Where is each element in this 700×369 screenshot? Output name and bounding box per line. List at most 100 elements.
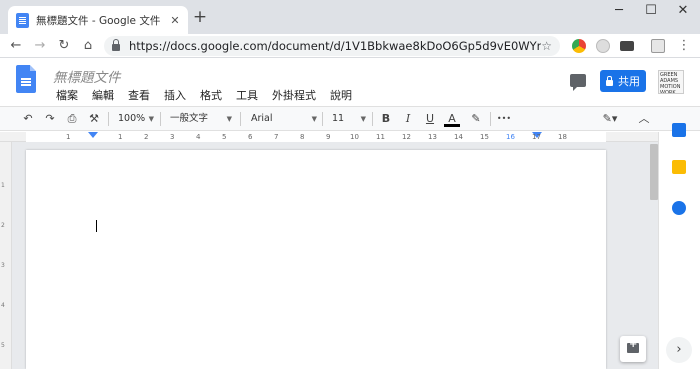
chevron-down-icon: ▼ — [360, 115, 366, 123]
ruler-tick: 1 — [66, 133, 71, 141]
comments-icon[interactable] — [570, 74, 586, 91]
ruler-tick: 12 — [402, 133, 411, 141]
ruler-tick: 2 — [144, 133, 149, 141]
tasks-icon[interactable] — [672, 201, 686, 215]
browser-tab[interactable]: 無標題文件 - Google 文件 ✕ — [8, 6, 188, 34]
ruler-tick: 4 — [196, 133, 201, 141]
vruler-tick: 5 — [1, 342, 5, 349]
bold-button[interactable]: B — [378, 111, 394, 127]
style-value: 一般文字 — [170, 113, 209, 124]
text-color-swatch — [444, 124, 460, 127]
forward-button[interactable]: → — [30, 36, 50, 56]
ruler-tick: 11 — [376, 133, 385, 141]
font-size-select[interactable]: 11 ▼ — [332, 111, 366, 127]
expand-side-panel-chevron-right-icon[interactable]: › — [666, 337, 692, 363]
share-button[interactable]: 共用 — [600, 70, 646, 92]
bookmark-star-icon[interactable]: ☆ — [541, 39, 552, 53]
browser-menu-icon[interactable]: ⋮ — [674, 36, 694, 56]
toolbar-divider — [490, 112, 491, 126]
left-indent-marker-icon[interactable] — [88, 132, 98, 138]
ruler-tick: 7 — [274, 133, 279, 141]
more-options-button[interactable]: ••• — [494, 111, 514, 127]
add-comment-icon[interactable] — [620, 336, 646, 362]
extension-icon[interactable] — [572, 39, 586, 53]
extension-icon[interactable] — [596, 39, 610, 53]
horizontal-ruler: 1 1 2 3 4 5 6 7 8 9 10 11 12 13 14 15 16… — [0, 132, 658, 142]
new-tab-button[interactable]: + — [190, 8, 210, 28]
zoom-value: 100% — [118, 113, 146, 124]
menu-bar: 檔案 編輯 查看 插入 格式 工具 外掛程式 說明 — [52, 86, 362, 104]
keep-icon[interactable] — [672, 160, 686, 174]
minimize-button[interactable]: ─ — [604, 0, 634, 24]
redo-icon[interactable]: ↷ — [42, 111, 58, 127]
toolbar-divider — [160, 112, 161, 126]
ruler-tick: 9 — [326, 133, 331, 141]
docs-favicon-icon — [16, 12, 29, 28]
ruler-tick: 8 — [300, 133, 305, 141]
account-avatar[interactable]: GREEN ADAMS MOTION WORK — [658, 70, 684, 94]
print-icon[interactable]: ⎙ — [64, 111, 80, 127]
ruler-tick: 3 — [170, 133, 175, 141]
menu-tools[interactable]: 工具 — [232, 86, 262, 104]
menu-edit[interactable]: 編輯 — [88, 86, 118, 104]
menu-help[interactable]: 說明 — [326, 86, 356, 104]
document-page[interactable] — [26, 150, 606, 369]
vertical-ruler: 1 2 3 4 5 — [0, 142, 12, 369]
reload-button[interactable]: ↻ — [54, 36, 74, 56]
address-bar[interactable]: https://docs.google.com/document/d/1V1Bb… — [104, 36, 560, 56]
font-value: Arial — [251, 113, 273, 124]
ruler-tick: 15 — [480, 133, 489, 141]
vertical-scrollbar[interactable] — [650, 144, 658, 200]
formatting-toolbar: ↶ ↷ ⎙ ⚒ 100% ▼ 一般文字 ▼ Arial ▼ 11 ▼ B I U A ✎… — [0, 106, 700, 131]
underline-button[interactable]: U — [422, 111, 438, 127]
paint-format-icon[interactable]: ⚒ — [86, 111, 102, 127]
browser-toolbar: ← → ↻ ⌂ https://docs.google.com/document… — [0, 34, 700, 58]
style-select[interactable]: 一般文字 ▼ — [170, 111, 232, 127]
extension-icon[interactable] — [620, 41, 634, 51]
docs-header: 無標題文件 檔案 編輯 查看 插入 格式 工具 外掛程式 說明 共用 GREEN… — [0, 58, 700, 106]
vruler-tick: 2 — [1, 222, 5, 229]
toolbar-divider — [322, 112, 323, 126]
editing-mode-pencil-icon[interactable]: ✎▾ — [600, 111, 620, 127]
chevron-down-icon: ▼ — [148, 115, 154, 123]
italic-button[interactable]: I — [400, 111, 416, 127]
ruler-tick: 5 — [222, 133, 227, 141]
tab-title: 無標題文件 - Google 文件 — [36, 14, 161, 27]
collapse-menus-chevron-up-icon[interactable]: ︿ — [636, 111, 652, 127]
share-label: 共用 — [618, 75, 640, 88]
ruler-tick: 1 — [118, 133, 123, 141]
menu-file[interactable]: 檔案 — [52, 86, 82, 104]
ruler-tick: 14 — [454, 133, 463, 141]
toolbar-divider — [108, 112, 109, 126]
zoom-select[interactable]: 100% ▼ — [118, 111, 154, 127]
ruler-tick: 18 — [558, 133, 567, 141]
lock-icon — [112, 39, 120, 51]
vruler-tick: 3 — [1, 262, 5, 269]
font-select[interactable]: Arial ▼ — [251, 111, 317, 127]
docs-logo-icon[interactable] — [16, 65, 36, 93]
calendar-icon[interactable] — [672, 123, 686, 137]
extension-icon[interactable] — [651, 39, 665, 53]
highlight-pen-icon[interactable]: ✎ — [468, 111, 484, 127]
text-cursor — [96, 220, 97, 232]
menu-insert[interactable]: 插入 — [160, 86, 190, 104]
vruler-tick: 1 — [1, 182, 5, 189]
ruler-page-area: 1 1 2 3 4 5 6 7 8 9 10 11 12 13 14 15 16… — [26, 132, 606, 142]
menu-view[interactable]: 查看 — [124, 86, 154, 104]
ruler-tick: 16 — [506, 133, 515, 141]
toolbar-divider — [240, 112, 241, 126]
ruler-tick: 17 — [532, 133, 541, 141]
menu-addons[interactable]: 外掛程式 — [268, 86, 320, 104]
tab-close-icon[interactable]: ✕ — [168, 14, 182, 27]
ruler-tick: 6 — [248, 133, 253, 141]
maximize-button[interactable]: ☐ — [636, 0, 666, 24]
chevron-down-icon: ▼ — [311, 115, 317, 123]
url-text: https://docs.google.com/document/d/1V1Bb… — [129, 39, 542, 53]
close-window-button[interactable]: ✕ — [668, 0, 698, 24]
undo-icon[interactable]: ↶ — [20, 111, 36, 127]
home-button[interactable]: ⌂ — [78, 36, 98, 56]
back-button[interactable]: ← — [6, 36, 26, 56]
menu-format[interactable]: 格式 — [196, 86, 226, 104]
lock-icon — [606, 75, 613, 86]
document-title[interactable]: 無標題文件 — [53, 66, 121, 86]
